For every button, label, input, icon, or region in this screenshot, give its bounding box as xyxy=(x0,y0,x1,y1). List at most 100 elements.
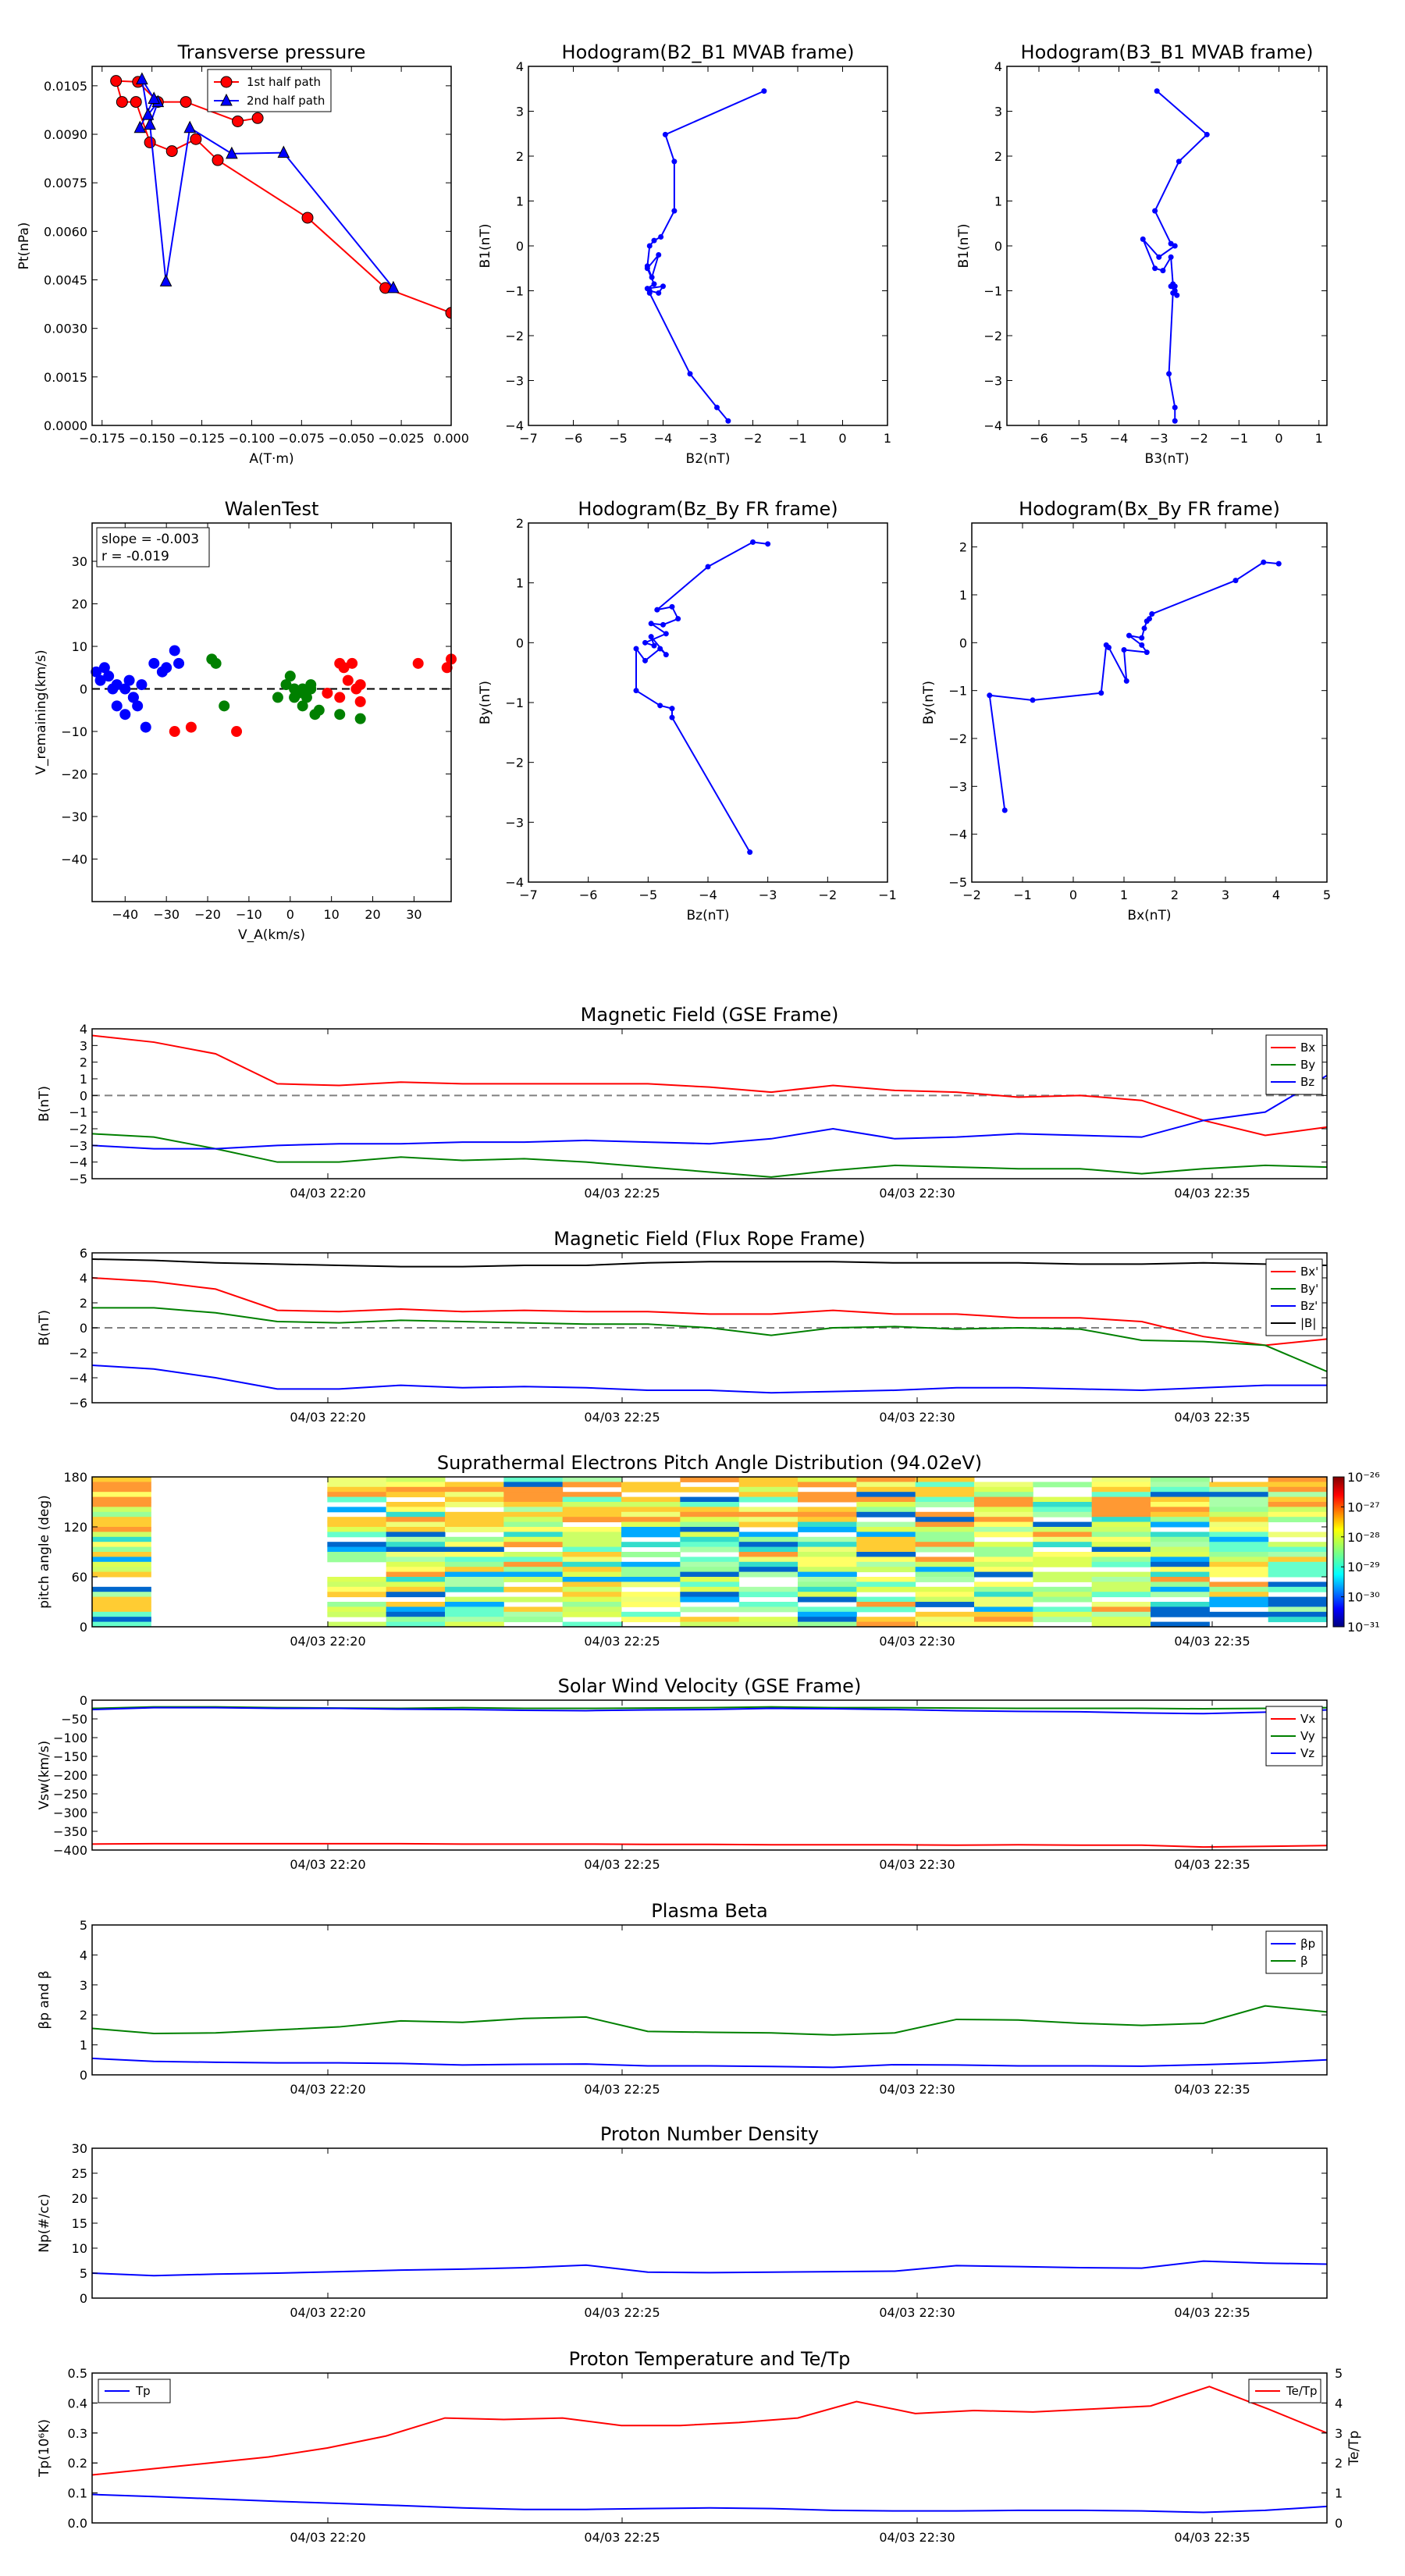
heatmap-cell xyxy=(738,1511,799,1517)
heatmap-cell xyxy=(92,1542,151,1548)
x-tick-label: −1 xyxy=(1229,431,1248,446)
vsw-title: Solar Wind Velocity (GSE Frame) xyxy=(558,1675,862,1697)
heatmap-cell xyxy=(327,1582,387,1588)
y-tick-label: −4 xyxy=(69,1155,87,1170)
y-tick-label: 3 xyxy=(1335,2426,1343,2441)
heatmap-cell xyxy=(1209,1582,1269,1588)
data-point xyxy=(1172,404,1178,411)
time-tick-label: 04/03 22:25 xyxy=(584,1186,660,1201)
y-tick-label: −4 xyxy=(505,418,524,433)
heatmap-cell xyxy=(974,1517,1033,1523)
heatmap-cell xyxy=(1151,1532,1210,1538)
heatmap-cell xyxy=(798,1507,857,1513)
heatmap-cell xyxy=(856,1606,916,1613)
x-tick-label: −0.025 xyxy=(379,431,425,446)
heatmap-cell xyxy=(1091,1586,1151,1592)
heatmap-cell xyxy=(1209,1502,1269,1507)
heatmap-cell xyxy=(562,1507,622,1513)
heatmap-cell xyxy=(738,1492,799,1498)
y-tick-label: 0.0015 xyxy=(44,370,87,385)
heatmap-cell xyxy=(974,1567,1033,1573)
heatmap-cell xyxy=(680,1496,740,1503)
heatmap-cell xyxy=(621,1592,681,1598)
heatmap-cell xyxy=(915,1586,975,1592)
y-tick-label: −5 xyxy=(948,875,967,890)
time-tick-label: 04/03 22:25 xyxy=(584,2305,660,2320)
y-tick-label: 0 xyxy=(516,635,524,650)
y-tick-label: 5 xyxy=(1335,2366,1343,2381)
y-tick-label: −4 xyxy=(948,827,967,842)
right-axis-label: Te/Tp xyxy=(1346,2431,1362,2467)
heatmap-cell xyxy=(386,1492,446,1498)
y-tick-label: 4 xyxy=(994,59,1002,74)
heatmap-cell xyxy=(92,1527,151,1532)
h4-plot xyxy=(987,559,1282,813)
np-title: Proton Number Density xyxy=(600,2123,819,2145)
heatmap-cell xyxy=(974,1492,1033,1498)
heatmap-cell xyxy=(562,1532,622,1538)
heatmap-cell xyxy=(798,1571,857,1578)
y-tick-label: −3 xyxy=(505,815,524,830)
heatmap-cell xyxy=(798,1611,857,1617)
y-tick-label: −2 xyxy=(69,1346,87,1361)
heatmap-cell xyxy=(503,1606,564,1613)
heatmap-cell xyxy=(856,1502,916,1507)
time-tick-label: 04/03 22:25 xyxy=(584,1857,660,1872)
heatmap-cell xyxy=(445,1606,504,1613)
heatmap-cell xyxy=(680,1596,740,1603)
data-point xyxy=(687,371,693,377)
heatmap-cell xyxy=(738,1477,799,1482)
data-point xyxy=(130,96,142,109)
heatmap-cell xyxy=(445,1596,504,1603)
y-tick-label: 1 xyxy=(1335,2486,1343,2501)
data-point xyxy=(1139,635,1145,641)
y-tick-label: −250 xyxy=(53,1787,87,1802)
y-tick-label: 0 xyxy=(80,682,87,697)
heatmap-cell xyxy=(974,1507,1033,1513)
heatmap-cell xyxy=(680,1592,740,1598)
heatmap-cell xyxy=(856,1527,916,1532)
heatmap-cell xyxy=(1091,1511,1151,1517)
data-point xyxy=(657,703,663,709)
heatmap-cell xyxy=(915,1536,975,1542)
y-tick-label: 2 xyxy=(80,2008,87,2023)
heatmap-cell xyxy=(738,1561,799,1567)
data-point xyxy=(210,657,222,669)
y-tick-label: 0.3 xyxy=(68,2426,87,2441)
heatmap-cell xyxy=(856,1561,916,1567)
y-tick-label: −2 xyxy=(505,329,524,343)
heatmap-cell xyxy=(445,1542,504,1548)
heatmap-cell xyxy=(445,1571,504,1578)
heatmap-cell xyxy=(327,1492,387,1498)
heatmap-cell xyxy=(1209,1507,1269,1513)
time-tick-label: 04/03 22:35 xyxy=(1174,2305,1250,2320)
heatmap-cell xyxy=(92,1571,151,1578)
heatmap-cell xyxy=(386,1546,446,1553)
heatmap-cell xyxy=(445,1617,504,1623)
heatmap-cell xyxy=(92,1561,151,1567)
heatmap-cell xyxy=(562,1611,622,1617)
heatmap-cell xyxy=(915,1596,975,1603)
x-axis-label: Bz(nT) xyxy=(686,908,729,923)
data-point xyxy=(1204,131,1210,137)
data-point xyxy=(354,696,366,707)
heatmap-cell xyxy=(974,1486,1033,1493)
heatmap-cell xyxy=(856,1521,916,1528)
data-point xyxy=(127,692,139,703)
heatmap-cell xyxy=(327,1521,387,1528)
x-axis-label: B3(nT) xyxy=(1145,451,1190,467)
heatmap-cell xyxy=(1151,1477,1210,1482)
heatmap-cell xyxy=(1151,1592,1210,1598)
heatmap-cell xyxy=(92,1517,151,1523)
heatmap-cell xyxy=(445,1492,504,1498)
heatmap-cell xyxy=(1209,1561,1269,1567)
time-tick-label: 04/03 22:35 xyxy=(1174,1634,1250,1649)
legend-label: 1st half path xyxy=(247,75,321,89)
series-line xyxy=(92,1258,1327,1268)
heatmap-cell xyxy=(621,1532,681,1538)
heatmap-cell xyxy=(738,1617,799,1623)
x-tick-label: −0.050 xyxy=(329,431,375,446)
heatmap-cell xyxy=(1268,1492,1328,1498)
heatmap-cell xyxy=(327,1602,387,1607)
heatmap-cell xyxy=(1091,1517,1151,1523)
